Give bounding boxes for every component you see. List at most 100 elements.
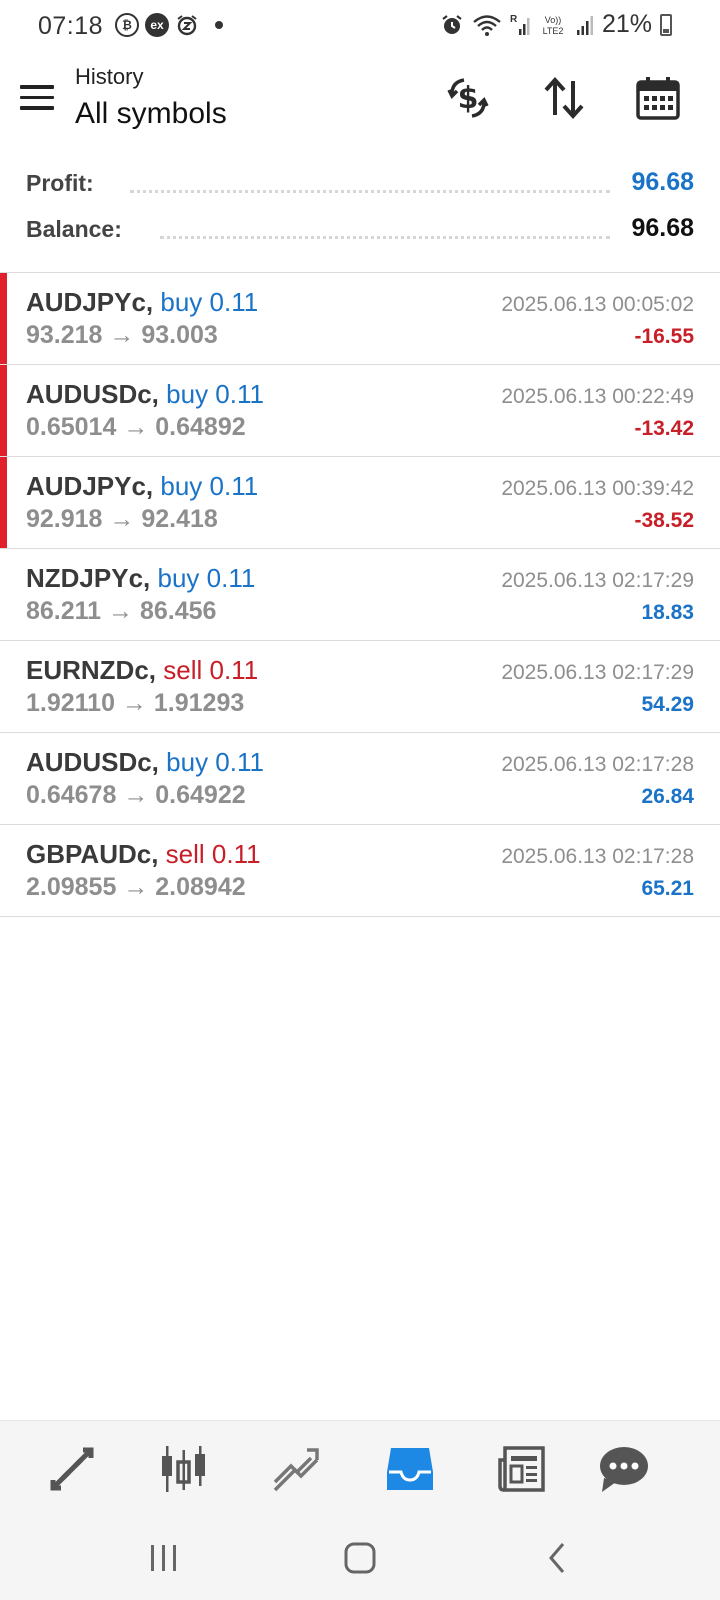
trade-profit: -16.55	[634, 325, 694, 348]
trade-symbol-line: GBPAUDc, sell 0.11	[26, 839, 261, 870]
trade-history-list: AUDJPYc, buy 0.11 93.218 → 93.003 2025.0…	[0, 272, 720, 917]
trade-close-time: 2025.06.13 02:17:28	[501, 753, 694, 776]
chat-icon	[600, 1447, 648, 1492]
news-icon	[498, 1446, 545, 1492]
bitcoin-icon: ₿	[115, 13, 139, 37]
trade-row[interactable]: GBPAUDc, sell 0.11 2.09855 → 2.08942 202…	[0, 825, 720, 917]
app-header: History All symbols $	[0, 52, 720, 148]
chart-candles-icon	[162, 1446, 205, 1492]
trade-close-time: 2025.06.13 02:17:29	[501, 569, 694, 592]
status-time: 07:18	[38, 12, 104, 40]
currency-exchange-button[interactable]: $	[442, 72, 494, 124]
trade-profit: 18.83	[641, 601, 694, 624]
trade-close-time: 2025.06.13 02:17:29	[501, 661, 694, 684]
volte-icon: Vo)) LTE2	[543, 15, 564, 36]
quotes-icon	[50, 1447, 94, 1491]
profit-label: Profit:	[26, 170, 104, 197]
trade-symbol-line: EURNZDc, sell 0.11	[26, 655, 258, 686]
balance-value: 96.68	[631, 214, 694, 242]
tab-chart[interactable]	[156, 1441, 212, 1497]
trade-side-volume: buy 0.11	[160, 287, 259, 317]
trade-symbol: NZDJPYc,	[26, 563, 151, 593]
svg-text:$: $	[458, 81, 479, 116]
status-bar: 07:18 ₿ ex R Vo)) LTE2 21%	[0, 0, 720, 52]
dot-icon	[215, 21, 223, 29]
wifi-icon	[473, 14, 501, 36]
trade-prices: 2.09855 → 2.08942	[26, 873, 246, 901]
svg-text:LTE2: LTE2	[543, 26, 564, 36]
trade-row[interactable]: AUDJPYc, buy 0.11 92.918 → 92.418 2025.0…	[0, 457, 720, 549]
trade-prices: 93.218 → 93.003	[26, 321, 218, 349]
trade-profit: -38.52	[634, 509, 694, 532]
recent-apps-button[interactable]	[138, 1536, 188, 1580]
loss-indicator-bar	[0, 273, 7, 364]
tab-trade[interactable]	[268, 1441, 324, 1497]
tab-chat[interactable]	[596, 1441, 652, 1497]
trade-prices: 86.211 → 86.456	[26, 597, 217, 625]
bottom-tab-bar	[0, 1420, 720, 1516]
dotted-leader	[160, 236, 610, 239]
currency-exchange-icon: $	[447, 78, 489, 118]
profit-row: Profit: 96.68	[0, 160, 720, 206]
trade-profit: 54.29	[641, 693, 694, 716]
trade-side-volume: buy 0.11	[166, 747, 264, 777]
exness-icon: ex	[145, 13, 169, 37]
trade-profit: 65.21	[641, 877, 694, 900]
trade-symbol-line: AUDUSDc, buy 0.11	[26, 379, 264, 410]
balance-row: Balance: 96.68	[0, 206, 720, 252]
battery-icon	[660, 13, 672, 36]
trade-row[interactable]: NZDJPYc, buy 0.11 86.211 → 86.456 2025.0…	[0, 549, 720, 641]
trade-row[interactable]: AUDUSDc, buy 0.11 0.64678 → 0.64922 2025…	[0, 733, 720, 825]
home-button[interactable]	[335, 1536, 385, 1580]
trade-row[interactable]: AUDJPYc, buy 0.11 93.218 → 93.003 2025.0…	[0, 273, 720, 365]
trade-side-volume: buy 0.11	[160, 471, 259, 501]
recent-apps-icon	[151, 1545, 176, 1571]
trade-symbol-line: AUDJPYc, buy 0.11	[26, 471, 258, 502]
svg-text:Vo)): Vo))	[545, 15, 562, 25]
trade-close-time: 2025.06.13 00:22:49	[501, 385, 694, 408]
loss-indicator-bar	[0, 457, 7, 548]
tab-history[interactable]	[382, 1441, 438, 1497]
trade-prices: 0.65014 → 0.64892	[26, 413, 246, 441]
alarm-icon	[442, 14, 462, 34]
status-system-icons: R Vo)) LTE2 21%	[440, 10, 672, 39]
back-button[interactable]	[532, 1536, 582, 1580]
trade-row[interactable]: EURNZDc, sell 0.11 1.92110 → 1.91293 202…	[0, 641, 720, 733]
svg-text:R: R	[510, 14, 518, 25]
loss-indicator-bar	[0, 365, 7, 456]
trade-symbol-line: NZDJPYc, buy 0.11	[26, 563, 255, 594]
trade-prices: 92.918 → 92.418	[26, 505, 218, 533]
signal-icon	[576, 15, 593, 35]
sort-icon	[544, 77, 584, 119]
tab-quotes[interactable]	[44, 1441, 100, 1497]
menu-icon[interactable]	[20, 85, 54, 111]
trade-prices: 0.64678 → 0.64922	[26, 781, 246, 809]
trade-symbol: EURNZDc,	[26, 655, 157, 685]
symbol-filter-title[interactable]: All symbols	[75, 97, 227, 131]
trade-side-volume: sell 0.11	[165, 839, 261, 869]
signal-icon: R	[510, 14, 530, 35]
trade-side-volume: sell 0.11	[163, 655, 259, 685]
system-navigation-bar	[0, 1516, 720, 1600]
sort-button[interactable]	[538, 72, 590, 124]
trade-profit: -13.42	[634, 417, 694, 440]
battery-percent: 21%	[601, 10, 652, 38]
trade-icon	[273, 1448, 319, 1492]
trade-symbol: AUDUSDc,	[26, 379, 159, 409]
trade-side-volume: buy 0.11	[157, 563, 256, 593]
trade-prices: 1.92110 → 1.91293	[26, 689, 245, 717]
trade-row[interactable]: AUDUSDc, buy 0.11 0.65014 → 0.64892 2025…	[0, 365, 720, 457]
tab-news[interactable]	[494, 1441, 550, 1497]
calendar-button[interactable]	[632, 72, 684, 124]
trade-symbol: AUDUSDc,	[26, 747, 159, 777]
trade-side-volume: buy 0.11	[166, 379, 264, 409]
back-icon	[549, 1543, 565, 1573]
history-inbox-icon	[387, 1448, 433, 1490]
dotted-leader	[130, 190, 610, 193]
trade-symbol: AUDJPYc,	[26, 471, 154, 501]
status-notification-icons: ₿ ex	[115, 13, 223, 37]
account-summary: Profit: 96.68 Balance: 96.68	[0, 160, 720, 252]
trade-profit: 26.84	[641, 785, 694, 808]
trade-symbol-line: AUDUSDc, buy 0.11	[26, 747, 264, 778]
header-subtitle: History	[75, 64, 144, 89]
